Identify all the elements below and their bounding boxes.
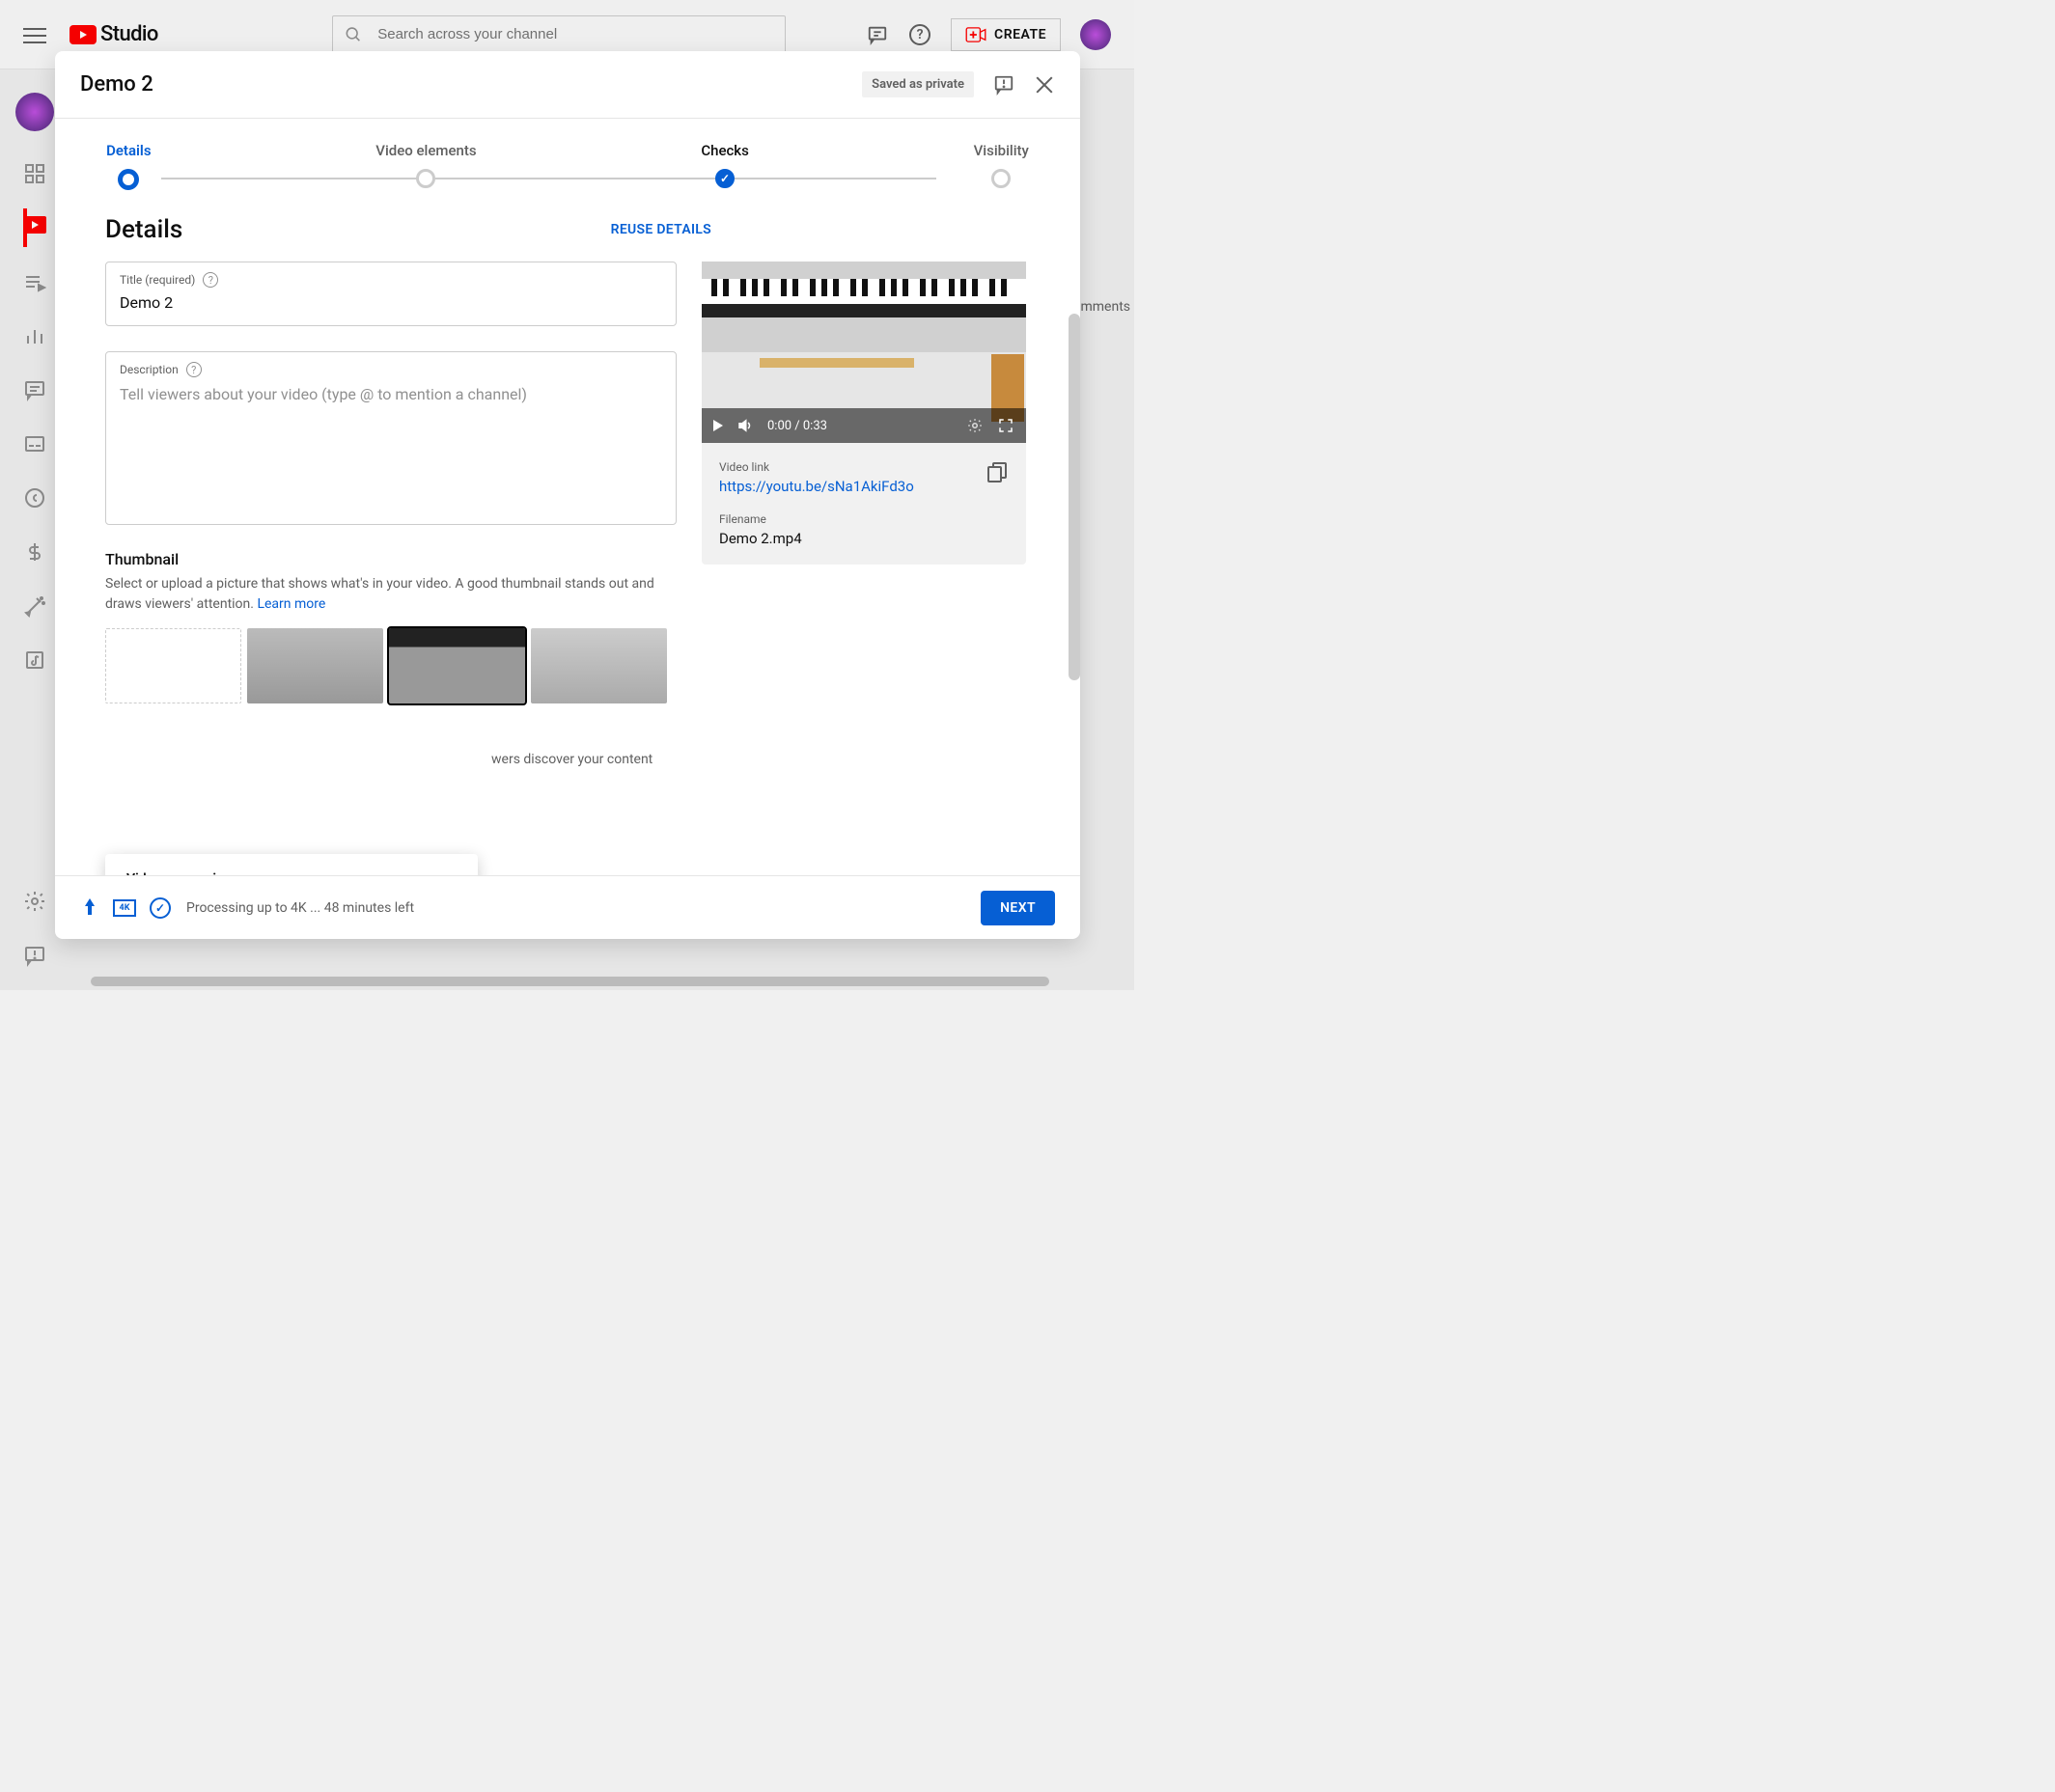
dialog-header: Demo 2 Saved as private bbox=[55, 51, 1080, 119]
upload-status-icon[interactable] bbox=[80, 898, 99, 918]
horizontal-scrollbar[interactable] bbox=[69, 977, 1134, 986]
thumbnail-learn-more-link[interactable]: Learn more bbox=[257, 596, 325, 612]
title-input[interactable]: Demo 2 bbox=[120, 293, 662, 312]
title-field-label: Title (required) bbox=[120, 273, 195, 287]
filename-value: Demo 2.mp4 bbox=[719, 530, 1009, 547]
description-placeholder: Tell viewers about your video (type @ to… bbox=[120, 385, 662, 403]
title-help-icon[interactable]: ? bbox=[203, 272, 218, 288]
reuse-details-button[interactable]: REUSE DETAILS bbox=[611, 222, 711, 237]
upload-video-dialog: Demo 2 Saved as private Details Video el… bbox=[55, 51, 1080, 939]
playlists-hint-fragment: wers discover your content bbox=[491, 752, 653, 767]
filename-label: Filename bbox=[719, 512, 1009, 526]
thumbnail-option-1[interactable] bbox=[247, 628, 383, 703]
body-scrollbar[interactable] bbox=[1069, 314, 1080, 875]
video-time: 0:00 / 0:33 bbox=[767, 419, 827, 433]
video-link-label: Video link bbox=[719, 460, 914, 474]
processing-title: Video processing bbox=[126, 871, 457, 875]
thumbnail-option-3[interactable] bbox=[531, 628, 667, 703]
checks-status-icon[interactable]: ✓ bbox=[150, 897, 171, 919]
play-icon[interactable] bbox=[713, 420, 723, 431]
thumbnail-row bbox=[105, 628, 677, 703]
close-icon[interactable] bbox=[1034, 74, 1055, 96]
video-link[interactable]: https://youtu.be/sNa1AkiFd3o bbox=[719, 478, 914, 495]
description-help-icon[interactable]: ? bbox=[186, 362, 202, 377]
video-controls: 0:00 / 0:33 bbox=[702, 408, 1026, 443]
dialog-footer: 4K ✓ Processing up to 4K ... 48 minutes … bbox=[55, 875, 1080, 939]
thumbnail-upload-slot[interactable] bbox=[105, 628, 241, 703]
settings-gear-icon[interactable] bbox=[966, 417, 984, 434]
thumbnail-option-2[interactable] bbox=[389, 628, 525, 703]
thumbnail-heading: Thumbnail bbox=[105, 550, 677, 568]
title-field-box[interactable]: Title (required) ? Demo 2 bbox=[105, 262, 677, 326]
volume-icon[interactable] bbox=[736, 417, 754, 434]
next-button[interactable]: NEXT bbox=[981, 891, 1055, 925]
copy-link-icon[interactable] bbox=[986, 460, 1009, 483]
step-visibility[interactable]: Visibility bbox=[974, 142, 1029, 190]
section-title-details: Details bbox=[105, 215, 182, 244]
footer-4k-badge-icon[interactable]: 4K bbox=[113, 899, 136, 917]
dialog-body: Details REUSE DETAILS Title (required) ?… bbox=[55, 190, 1080, 875]
step-details[interactable]: Details bbox=[106, 142, 151, 190]
description-field-label: Description bbox=[120, 363, 179, 376]
footer-processing-status: Processing up to 4K ... 48 minutes left bbox=[186, 900, 414, 916]
dialog-title: Demo 2 bbox=[80, 72, 153, 96]
step-checks[interactable]: Checks bbox=[701, 142, 749, 190]
video-processing-popup: Video processing Your video is processed… bbox=[105, 854, 478, 875]
video-preview-card: 0:00 / 0:33 Video link https://youtu.be/… bbox=[702, 262, 1026, 565]
description-field-box[interactable]: Description ? Tell viewers about your vi… bbox=[105, 351, 677, 525]
step-video-elements[interactable]: Video elements bbox=[375, 142, 476, 190]
fullscreen-icon[interactable] bbox=[997, 417, 1014, 434]
feedback-icon[interactable] bbox=[993, 74, 1014, 96]
save-status-badge: Saved as private bbox=[862, 71, 974, 97]
upload-stepper: Details Video elements Checks Visibility bbox=[55, 119, 1080, 190]
thumbnail-description: Select or upload a picture that shows wh… bbox=[105, 574, 677, 615]
video-player[interactable]: 0:00 / 0:33 bbox=[702, 262, 1026, 443]
